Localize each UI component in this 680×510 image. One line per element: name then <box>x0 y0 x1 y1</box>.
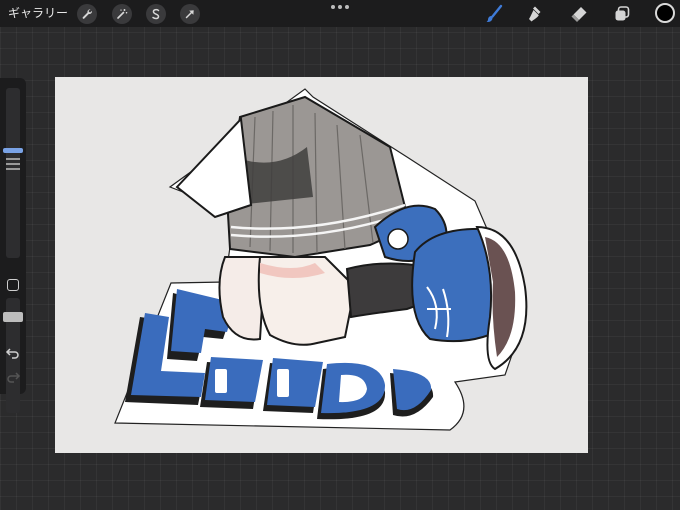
redo-icon[interactable] <box>5 370 21 384</box>
modify-button[interactable] <box>7 279 19 291</box>
opacity-handle[interactable] <box>3 312 23 322</box>
slider-tick <box>6 163 20 165</box>
magic-wand-icon[interactable] <box>112 4 132 24</box>
transform-arrow-icon[interactable] <box>180 4 200 24</box>
selection-icon[interactable] <box>146 4 166 24</box>
artwork <box>114 88 528 431</box>
color-swatch[interactable] <box>655 3 675 23</box>
top-toolbar: ギャラリー <box>0 0 680 27</box>
brush-size-slider[interactable] <box>3 88 23 258</box>
smudge-icon[interactable] <box>526 4 546 24</box>
brush-icon[interactable] <box>484 4 504 24</box>
slider-tick <box>6 158 20 160</box>
brush-size-handle[interactable] <box>3 148 23 153</box>
slider-tick <box>6 168 20 170</box>
shirt-tail <box>175 116 253 219</box>
layers-icon[interactable] <box>612 4 632 24</box>
eraser-icon[interactable] <box>569 4 589 24</box>
drawing-canvas[interactable] <box>55 77 588 453</box>
more-options-icon[interactable] <box>331 5 349 11</box>
shoe-patch <box>387 228 409 250</box>
left-sidebar <box>0 78 26 413</box>
wrench-icon[interactable] <box>77 4 97 24</box>
gallery-button[interactable]: ギャラリー <box>8 5 68 22</box>
undo-icon[interactable] <box>5 346 21 360</box>
